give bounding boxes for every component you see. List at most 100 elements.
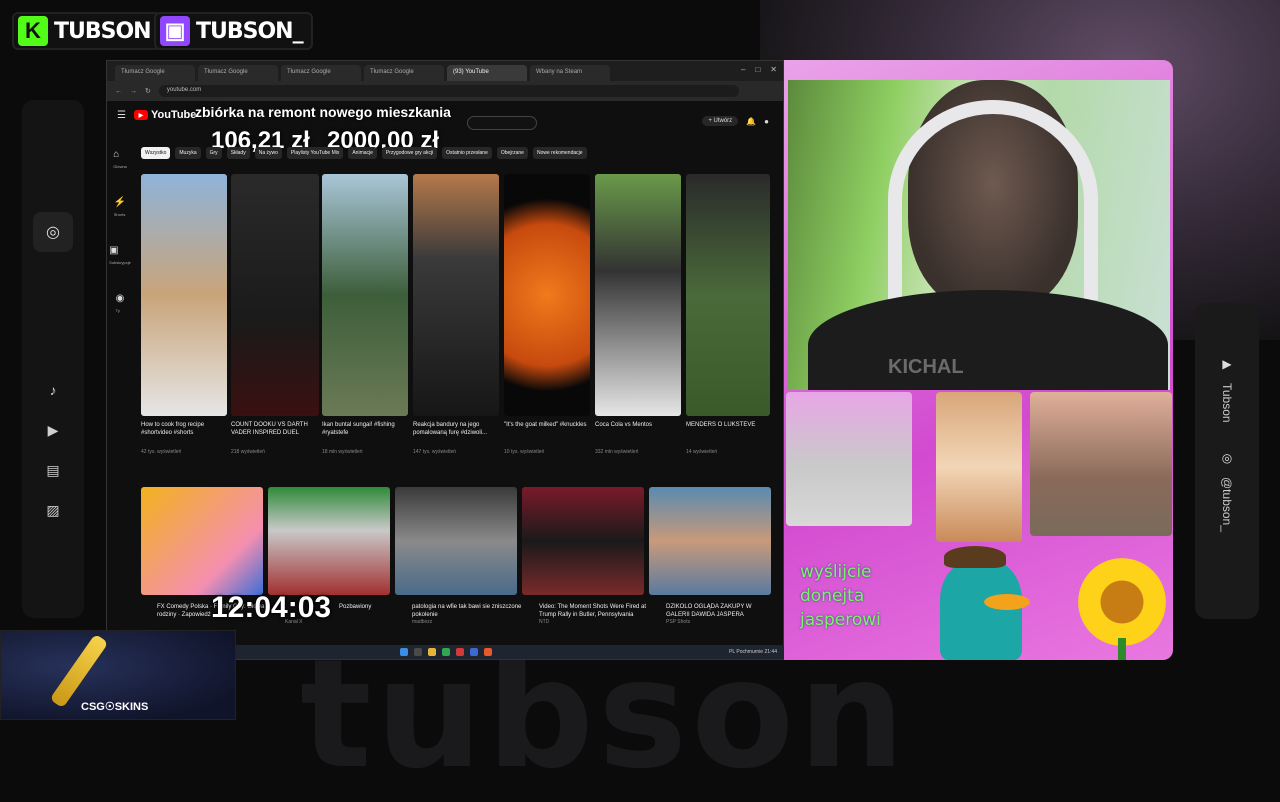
short-thumbnail[interactable] bbox=[504, 174, 590, 416]
video-channel[interactable]: madbozz bbox=[412, 619, 432, 625]
short-title[interactable]: COUNT DOOKU VS DARTH VADER INSPIRED DUEL bbox=[231, 421, 317, 437]
video-thumbnail[interactable] bbox=[395, 487, 517, 595]
youtube-logo[interactable]: ▶ YouTube bbox=[133, 109, 196, 121]
chip[interactable]: Playlisty YouTube Mix bbox=[286, 147, 344, 159]
short-views: 218 wyświetleń bbox=[231, 449, 265, 455]
short-thumbnail[interactable] bbox=[141, 174, 227, 416]
overlay-caption: wyślijcie donejta jasperowi bbox=[800, 562, 881, 630]
youtube-handle: Tubson bbox=[1220, 383, 1234, 423]
chip[interactable]: Nowe rekomendacje bbox=[532, 147, 587, 159]
menu-icon[interactable]: ☰ bbox=[117, 110, 126, 121]
chip[interactable]: Na żywo bbox=[254, 147, 282, 159]
youtube-sidebar: ⌂ Główna ⚡ Shorts ▣ Subskrypcje ◉ Ty bbox=[107, 149, 133, 315]
short-thumbnail[interactable] bbox=[231, 174, 319, 416]
short-title[interactable]: Ikan buntal sungai! #fishing #ryatstefe bbox=[322, 421, 408, 437]
twitch-icon: ▣ bbox=[160, 16, 190, 46]
you-icon[interactable]: ◉ Ty bbox=[116, 293, 125, 315]
video-icon[interactable]: ▶ bbox=[41, 418, 65, 442]
chip[interactable]: Animacje bbox=[348, 147, 377, 159]
chip[interactable]: Gry bbox=[205, 147, 222, 159]
video-thumbnail[interactable] bbox=[141, 487, 263, 595]
short-title[interactable]: Reakcja bandury na jego pomalowaną furę … bbox=[413, 421, 499, 437]
short-thumbnail[interactable] bbox=[322, 174, 408, 416]
back-icon[interactable]: ← bbox=[115, 88, 122, 95]
bell-icon[interactable]: 🔔 bbox=[746, 117, 756, 126]
chip[interactable]: Przygodowe gry akcji bbox=[381, 147, 438, 159]
short-title[interactable]: Coca Cola vs Mentos bbox=[595, 421, 681, 429]
background-watermark: tubson bbox=[300, 628, 909, 802]
youtube-header-icons: + Utwórz 🔔 ● bbox=[702, 116, 769, 126]
short-views: 147 tys. wyświetleń bbox=[413, 449, 457, 455]
perry-sticker bbox=[940, 546, 1030, 660]
start-icon[interactable] bbox=[400, 648, 408, 656]
film-icon[interactable]: ▤ bbox=[41, 458, 65, 482]
window-controls: – □ ✕ bbox=[741, 65, 777, 74]
short-title[interactable]: MENDERS O LUKSTEVE bbox=[686, 421, 772, 429]
image-icon[interactable]: ▨ bbox=[41, 498, 65, 522]
video-thumbnail[interactable] bbox=[649, 487, 771, 595]
short-thumbnail[interactable] bbox=[413, 174, 499, 416]
video-thumbnail[interactable] bbox=[522, 487, 644, 595]
browser-tab-active[interactable]: (93) YouTube bbox=[447, 65, 527, 81]
video-channel[interactable]: NTD bbox=[539, 619, 549, 625]
browser-tab[interactable]: Tłumacz Google bbox=[198, 65, 278, 81]
tab-strip: Tłumacz Google Tłumacz Google Tłumacz Go… bbox=[107, 61, 783, 81]
streamer-shirt bbox=[808, 290, 1168, 390]
app-icon[interactable] bbox=[484, 648, 492, 656]
sponsor-banner: CSG☉SKINS bbox=[0, 630, 236, 720]
app-icon[interactable] bbox=[470, 648, 478, 656]
browser-window: Tłumacz Google Tłumacz Google Tłumacz Go… bbox=[106, 60, 785, 660]
video-title[interactable]: DZIKOLO OGLĄDA ZAKUPY W GALERII DAWIDA J… bbox=[666, 603, 776, 619]
folder-icon[interactable] bbox=[428, 648, 436, 656]
browser-icon[interactable] bbox=[442, 648, 450, 656]
short-title[interactable]: "It's the goat milked" #knuckles bbox=[504, 421, 590, 429]
knife-icon bbox=[49, 633, 109, 709]
instagram-icon[interactable]: ◎ bbox=[1218, 449, 1236, 467]
filter-chips: Wszystko Muzyka Gry Składy Na żywo Playl… bbox=[141, 147, 587, 159]
sticker-thumbs-up bbox=[1030, 392, 1172, 536]
video-channel[interactable]: PSP Shots bbox=[666, 619, 690, 625]
shorts-icon[interactable]: ⚡ Shorts bbox=[114, 197, 126, 219]
sticker-person-headset bbox=[786, 392, 912, 526]
twitch-badge: ▣ TUBSON_ bbox=[154, 12, 313, 50]
browser-tab[interactable]: Tłumacz Google bbox=[364, 65, 444, 81]
chip[interactable]: Muzyka bbox=[175, 147, 201, 159]
video-title[interactable]: patologia na wfie tak bawi sie zniszczon… bbox=[412, 603, 522, 619]
stream-clock: 12:04:03 bbox=[211, 591, 332, 624]
video-title[interactable]: Video: The Moment Shots Were Fired at Tr… bbox=[539, 603, 649, 619]
short-thumbnail[interactable] bbox=[595, 174, 681, 416]
forward-icon[interactable]: → bbox=[130, 88, 137, 95]
short-title[interactable]: How to cook frog recipe #shortvideo #sho… bbox=[141, 421, 227, 437]
create-button[interactable]: + Utwórz bbox=[702, 116, 739, 126]
home-icon[interactable]: ⌂ Główna bbox=[113, 149, 127, 171]
webcam-watermark: KICHAL bbox=[888, 356, 964, 378]
social-rail: ▶ Tubson ◎ @tubson_ bbox=[1195, 303, 1259, 619]
sunflower-sticker bbox=[1076, 558, 1168, 660]
video-thumbnail[interactable] bbox=[268, 487, 390, 595]
app-icon[interactable] bbox=[456, 648, 464, 656]
subscriptions-icon[interactable]: ▣ Subskrypcje bbox=[109, 245, 131, 267]
video-title[interactable]: Pozbawiony bbox=[339, 603, 389, 611]
browser-tab[interactable]: Tłumacz Google bbox=[115, 65, 195, 81]
search-icon[interactable] bbox=[414, 648, 422, 656]
kick-username: TUBSON bbox=[54, 18, 152, 44]
music-icon[interactable]: ♪ bbox=[41, 378, 65, 402]
chip[interactable]: Składy bbox=[226, 147, 250, 159]
chip[interactable]: Ostatnio przesłane bbox=[442, 147, 492, 159]
browser-tab[interactable]: Tłumacz Google bbox=[281, 65, 361, 81]
url-field[interactable]: youtube.com bbox=[158, 85, 739, 97]
avatar[interactable]: ● bbox=[764, 117, 769, 126]
youtube-icon[interactable]: ▶ bbox=[1218, 355, 1236, 373]
maximize-icon[interactable]: □ bbox=[755, 65, 760, 74]
reload-icon[interactable]: ↻ bbox=[145, 87, 151, 95]
kick-badge: K TUBSON bbox=[12, 12, 161, 50]
short-views: 42 tys. wyświetleń bbox=[141, 449, 182, 455]
short-thumbnail[interactable] bbox=[686, 174, 770, 416]
youtube-search-input[interactable] bbox=[467, 116, 537, 130]
chip[interactable]: Obejrzane bbox=[496, 147, 528, 159]
browser-tab[interactable]: Wbany na Steam bbox=[530, 65, 610, 81]
headphones bbox=[888, 100, 1098, 300]
chip[interactable]: Wszystko bbox=[141, 147, 171, 159]
minimize-icon[interactable]: – bbox=[741, 65, 745, 74]
close-icon[interactable]: ✕ bbox=[770, 65, 777, 74]
